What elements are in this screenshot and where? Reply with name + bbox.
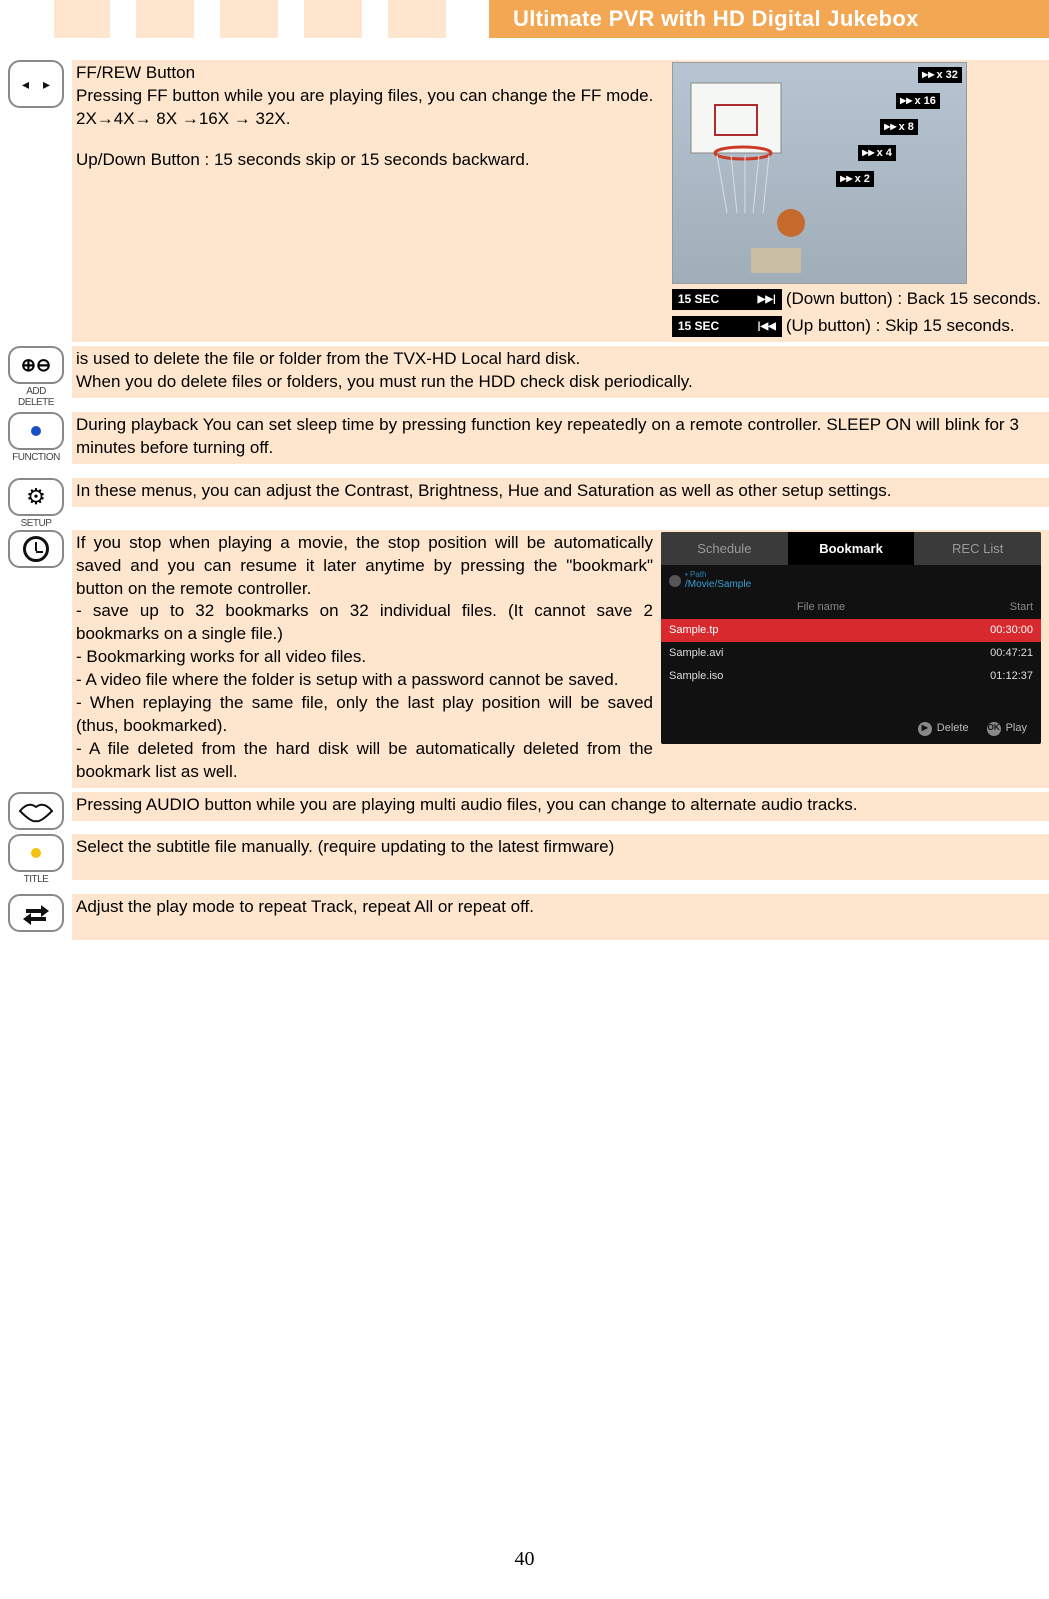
setup-text: In these menus, you can adjust the Contr… bbox=[72, 478, 1049, 507]
pin-icon bbox=[669, 575, 681, 587]
speed-x32-badge: x 32 bbox=[918, 67, 962, 83]
section-bookmark: If you stop when playing a movie, the st… bbox=[0, 530, 1049, 788]
ffrew-updown: Up/Down Button : 15 seconds skip or 15 s… bbox=[76, 149, 664, 172]
speed-x2-badge: x 2 bbox=[836, 171, 874, 187]
tab-bookmark: Bookmark bbox=[788, 532, 915, 566]
audio-lips-icon bbox=[8, 792, 64, 830]
col-filename: File name bbox=[669, 600, 973, 615]
ffrew-line1: Pressing FF button while you are playing… bbox=[76, 85, 664, 108]
page-number: 40 bbox=[0, 1548, 1049, 1571]
section-ffrew: ◂▸ FF/REW Button Pressing FF button whil… bbox=[0, 60, 1049, 342]
bookmark-b5: - A file deleted from the hard disk will… bbox=[76, 738, 653, 784]
section-setup: ⚙ SETUP In these menus, you can adjust t… bbox=[0, 478, 1049, 516]
page-title: Ultimate PVR with HD Digital Jukebox bbox=[489, 0, 1049, 38]
title-icon: TITLE bbox=[8, 834, 64, 872]
sec-badge-down: 15 SEC▶▶| bbox=[672, 289, 782, 309]
up-button-label: (Up button) : Skip 15 seconds. bbox=[786, 315, 1015, 338]
col-start: Start bbox=[973, 600, 1033, 615]
bookmark-path: • Path /Movie/Sample bbox=[661, 565, 1041, 596]
bookmark-b2: - Bookmarking works for all video files. bbox=[76, 646, 653, 669]
section-function: FUNCTION During playback You can set sle… bbox=[0, 412, 1049, 464]
function-text: During playback You can set sleep time b… bbox=[72, 412, 1049, 464]
section-add-delete: ⊕⊖ ADD DELETE is used to delete the file… bbox=[0, 346, 1049, 398]
bookmark-b4: - When replaying the same file, only the… bbox=[76, 692, 653, 738]
bookmark-row: Sample.iso 01:12:37 bbox=[661, 665, 1041, 688]
ffrew-heading: FF/REW Button bbox=[76, 62, 664, 85]
audio-text: Pressing AUDIO button while you are play… bbox=[72, 792, 1049, 821]
bookmark-row: Sample.tp 00:30:00 bbox=[661, 619, 1041, 642]
section-repeat: Adjust the play mode to repeat Track, re… bbox=[0, 894, 1049, 940]
repeat-text: Adjust the play mode to repeat Track, re… bbox=[72, 894, 1049, 940]
sec-badge-up: 15 SEC|◀◀ bbox=[672, 316, 782, 336]
speed-x16-badge: x 16 bbox=[896, 93, 940, 109]
ffrew-icon: ◂▸ bbox=[8, 60, 64, 108]
ffrew-line2: 2X→4X→ 8X →16X → 32X. bbox=[76, 108, 664, 131]
bookmark-row: Sample.avi 00:47:21 bbox=[661, 642, 1041, 665]
function-icon: FUNCTION bbox=[8, 412, 64, 450]
add-delete-line2: When you do delete files or folders, you… bbox=[76, 371, 1019, 394]
bookmark-p1: If you stop when playing a movie, the st… bbox=[76, 532, 653, 601]
down-button-label: (Down button) : Back 15 seconds. bbox=[786, 288, 1041, 311]
bookmark-delete-button: ▶Delete bbox=[918, 721, 969, 736]
tab-schedule: Schedule bbox=[661, 532, 788, 566]
tab-reclist: REC List bbox=[914, 532, 1041, 566]
bookmark-play-button: OKPlay bbox=[987, 721, 1027, 736]
add-delete-icon: ⊕⊖ ADD DELETE bbox=[8, 346, 64, 384]
add-delete-line1: is used to delete the file or folder fro… bbox=[76, 348, 1019, 371]
speed-x4-badge: x 4 bbox=[858, 145, 896, 161]
bookmark-b1: - save up to 32 bookmarks on 32 individu… bbox=[76, 600, 653, 646]
bookmark-clock-icon bbox=[8, 530, 64, 568]
bookmark-screenshot: Schedule Bookmark REC List • Path /Movie… bbox=[661, 532, 1041, 745]
section-title: TITLE Select the subtitle file manually.… bbox=[0, 834, 1049, 880]
bookmark-b3: - A video file where the folder is setup… bbox=[76, 669, 653, 692]
speed-x8-badge: x 8 bbox=[880, 119, 918, 135]
ffrew-screenshot: x 32 x 16 x 8 x 4 x 2 bbox=[672, 62, 967, 284]
repeat-icon bbox=[8, 894, 64, 932]
title-text: Select the subtitle file manually. (requ… bbox=[72, 834, 1049, 880]
setup-icon: ⚙ SETUP bbox=[8, 478, 64, 516]
section-audio: Pressing AUDIO button while you are play… bbox=[0, 792, 1049, 830]
